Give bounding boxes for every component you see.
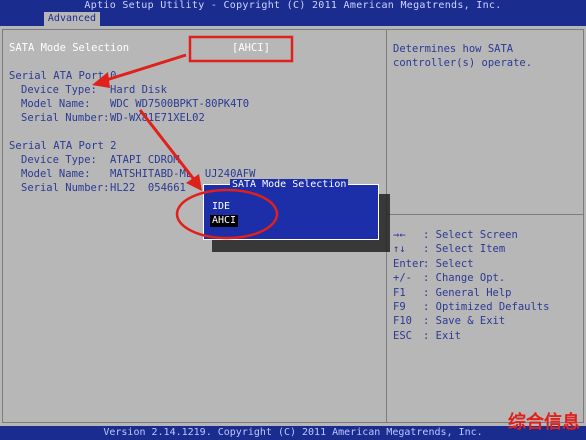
- footer-text: Version 2.14.1219. Copyright (C) 2011 Am…: [103, 427, 483, 438]
- highlight-box: [188, 35, 294, 63]
- arrow-head-icon: [92, 72, 110, 88]
- footer-bar: Version 2.14.1219. Copyright (C) 2011 Am…: [0, 426, 586, 440]
- highlight-ellipse: [175, 188, 279, 240]
- annotation-overlay: [92, 35, 294, 240]
- annotation-arrow-2: [138, 109, 198, 183]
- watermark-logo: 综合信息: [508, 412, 580, 433]
- annotation-arrow-1: [99, 53, 187, 84]
- arrow-head-icon: [186, 174, 202, 191]
